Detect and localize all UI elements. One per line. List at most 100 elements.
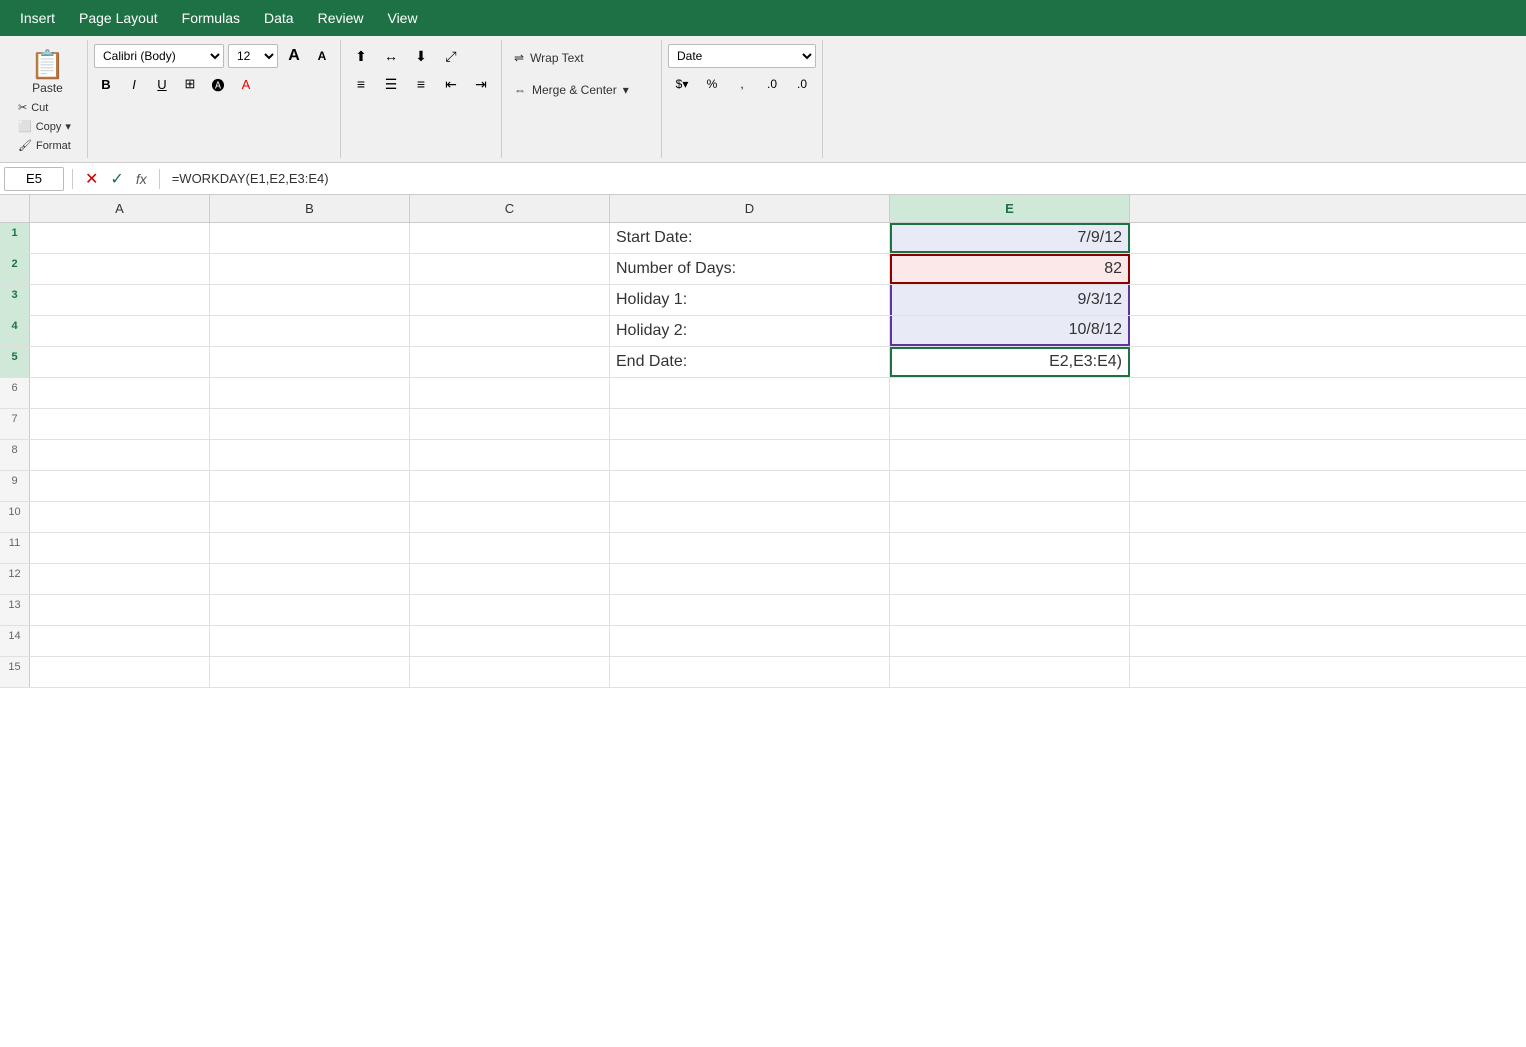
paste-button[interactable]: 📋 Paste — [14, 44, 81, 99]
cell-c4[interactable] — [410, 316, 610, 346]
increase-decimal-button[interactable]: .0 — [758, 72, 786, 96]
cell-d13[interactable] — [610, 595, 890, 625]
cell-c11[interactable] — [410, 533, 610, 563]
cell-e12[interactable] — [890, 564, 1130, 594]
font-shrink-button[interactable]: A — [310, 44, 334, 68]
cell-a3[interactable] — [30, 285, 210, 315]
formula-input[interactable] — [168, 167, 1522, 191]
cell-a11[interactable] — [30, 533, 210, 563]
cell-b10[interactable] — [210, 502, 410, 532]
cell-c13[interactable] — [410, 595, 610, 625]
cell-e2[interactable]: 82 — [890, 254, 1130, 284]
decrease-indent-button[interactable]: ⇤ — [437, 72, 465, 96]
cell-c3[interactable] — [410, 285, 610, 315]
cell-b5[interactable] — [210, 347, 410, 377]
cell-e10[interactable] — [890, 502, 1130, 532]
cell-d2[interactable]: Number of Days: — [610, 254, 890, 284]
cell-a2[interactable] — [30, 254, 210, 284]
cell-b14[interactable] — [210, 626, 410, 656]
cell-b2[interactable] — [210, 254, 410, 284]
cell-e6[interactable] — [890, 378, 1130, 408]
align-bottom-button[interactable]: ⬇ — [407, 44, 435, 68]
cell-d5[interactable]: End Date: — [610, 347, 890, 377]
cell-a6[interactable] — [30, 378, 210, 408]
cell-d11[interactable] — [610, 533, 890, 563]
cell-e15[interactable] — [890, 657, 1130, 687]
cell-a8[interactable] — [30, 440, 210, 470]
cell-a12[interactable] — [30, 564, 210, 594]
dollar-button[interactable]: $▾ — [668, 72, 696, 96]
align-right-button[interactable]: ≡ — [407, 72, 435, 96]
border-button[interactable]: ⊞ — [178, 72, 202, 96]
cell-d6[interactable] — [610, 378, 890, 408]
cell-b4[interactable] — [210, 316, 410, 346]
font-color-button[interactable]: A — [234, 72, 258, 96]
align-middle-button[interactable]: ↔ — [377, 44, 405, 68]
increase-indent-button[interactable]: ⇥ — [467, 72, 495, 96]
cell-a9[interactable] — [30, 471, 210, 501]
cell-c9[interactable] — [410, 471, 610, 501]
cell-a1[interactable] — [30, 223, 210, 253]
orientation-button[interactable]: ⤢ — [437, 44, 465, 68]
copy-button[interactable]: ⬜ Copy ▾ — [14, 118, 81, 135]
cell-a5[interactable] — [30, 347, 210, 377]
menu-insert[interactable]: Insert — [8, 6, 67, 30]
col-header-b[interactable]: B — [210, 195, 410, 222]
merge-center-button[interactable]: ⇔ Merge & Center ▾ — [508, 76, 655, 104]
cell-e11[interactable] — [890, 533, 1130, 563]
cell-a15[interactable] — [30, 657, 210, 687]
cell-d10[interactable] — [610, 502, 890, 532]
cell-b8[interactable] — [210, 440, 410, 470]
cell-b3[interactable] — [210, 285, 410, 315]
cell-a13[interactable] — [30, 595, 210, 625]
cell-c6[interactable] — [410, 378, 610, 408]
cell-e7[interactable] — [890, 409, 1130, 439]
menu-page-layout[interactable]: Page Layout — [67, 6, 170, 30]
align-left-button[interactable]: ≡ — [347, 72, 375, 96]
format-painter-button[interactable]: 🖌 Format — [14, 137, 81, 154]
cell-d9[interactable] — [610, 471, 890, 501]
cell-d3[interactable]: Holiday 1: — [610, 285, 890, 315]
formula-cancel-button[interactable]: ✕ — [81, 167, 102, 191]
cell-e13[interactable] — [890, 595, 1130, 625]
cell-b15[interactable] — [210, 657, 410, 687]
menu-review[interactable]: Review — [306, 6, 376, 30]
cell-a14[interactable] — [30, 626, 210, 656]
cell-c14[interactable] — [410, 626, 610, 656]
cut-button[interactable]: ✂ Cut — [14, 99, 81, 116]
cell-e14[interactable] — [890, 626, 1130, 656]
italic-button[interactable]: I — [122, 72, 146, 96]
font-size-select[interactable]: 12 — [228, 44, 278, 68]
cell-d7[interactable] — [610, 409, 890, 439]
cell-c7[interactable] — [410, 409, 610, 439]
align-center-button[interactable]: ☰ — [377, 72, 405, 96]
cell-d14[interactable] — [610, 626, 890, 656]
percent-button[interactable]: % — [698, 72, 726, 96]
insert-function-button[interactable]: fx — [132, 169, 151, 189]
col-header-d[interactable]: D — [610, 195, 890, 222]
cell-c8[interactable] — [410, 440, 610, 470]
cell-e5[interactable]: E2,E3:E4) — [890, 347, 1130, 377]
cell-b12[interactable] — [210, 564, 410, 594]
col-header-c[interactable]: C — [410, 195, 610, 222]
cell-b13[interactable] — [210, 595, 410, 625]
bold-button[interactable]: B — [94, 72, 118, 96]
wrap-text-button[interactable]: ⇌ Wrap Text — [508, 44, 655, 72]
cell-c2[interactable] — [410, 254, 610, 284]
cell-b7[interactable] — [210, 409, 410, 439]
decrease-decimal-button[interactable]: .0 — [788, 72, 816, 96]
cell-b1[interactable] — [210, 223, 410, 253]
col-header-e[interactable]: E — [890, 195, 1130, 222]
cell-c1[interactable] — [410, 223, 610, 253]
align-top-button[interactable]: ⬆ — [347, 44, 375, 68]
cell-e1[interactable]: 7/9/12 — [890, 223, 1130, 253]
cell-e3[interactable]: 9/3/12 — [890, 285, 1130, 315]
cell-d15[interactable] — [610, 657, 890, 687]
cell-d12[interactable] — [610, 564, 890, 594]
cell-d4[interactable]: Holiday 2: — [610, 316, 890, 346]
cell-c5[interactable] — [410, 347, 610, 377]
cell-b11[interactable] — [210, 533, 410, 563]
comma-button[interactable]: , — [728, 72, 756, 96]
cell-e8[interactable] — [890, 440, 1130, 470]
cell-c10[interactable] — [410, 502, 610, 532]
